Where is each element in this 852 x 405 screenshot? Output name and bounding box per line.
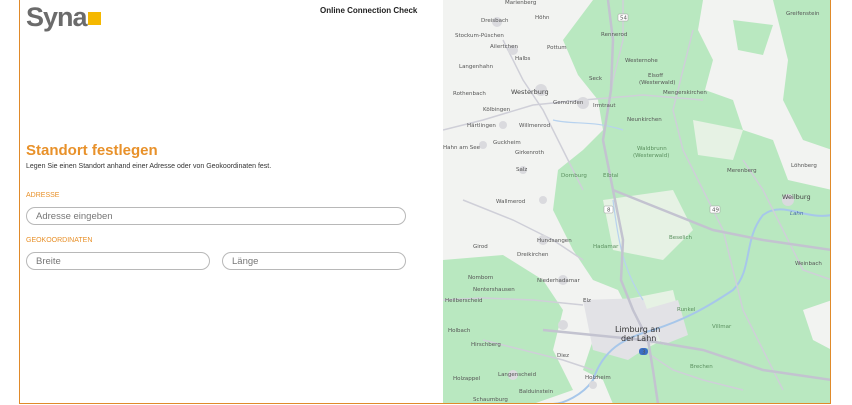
map-label: Höhn xyxy=(535,15,550,21)
map-label: Elbtal xyxy=(603,173,619,179)
map-label: Marienberg xyxy=(505,0,536,6)
map-label: Halbs xyxy=(515,56,531,62)
map-label: Langenscheid xyxy=(498,372,536,378)
map-label: Rennerod xyxy=(601,32,627,38)
logo-text: Syna xyxy=(26,2,88,32)
map-label: Brechen xyxy=(690,364,713,370)
map-label: Nentershausen xyxy=(473,287,515,293)
map-label: Dreikirchen xyxy=(517,252,549,258)
page-description: Legen Sie einen Standort anhand einer Ad… xyxy=(26,163,272,170)
map-label: Dreisbach xyxy=(481,18,509,24)
map-label: Mengerskirchen xyxy=(663,90,707,96)
map-label: Neunkirchen xyxy=(627,117,662,123)
map-label: Beselich xyxy=(669,235,692,241)
map-label: Willmenrod xyxy=(519,123,550,129)
map-canvas[interactable]: Marienberg Dreisbach Höhn Rennerod Greif… xyxy=(443,0,831,404)
map-label: Härtlingen xyxy=(467,123,496,129)
app-frame: Syna Online Connection Check Standort fe… xyxy=(19,0,831,404)
map-label: Greifenstein xyxy=(786,11,820,17)
map-label: Weinbach xyxy=(795,261,822,267)
map-label: Salz xyxy=(516,167,527,173)
map-label: Westernohe xyxy=(625,58,658,64)
svg-text:49: 49 xyxy=(712,208,719,214)
map-label: Hadamar xyxy=(593,244,619,250)
map-label: Lahn xyxy=(790,211,804,217)
address-input[interactable] xyxy=(26,207,406,225)
map-label: Hahn am See xyxy=(443,145,481,151)
map-label: Dornburg xyxy=(561,173,587,179)
location-panel: Syna Online Connection Check Standort fe… xyxy=(20,0,443,403)
address-label: ADRESSE xyxy=(26,192,60,199)
map-label: Elz xyxy=(583,298,591,304)
app-title: Online Connection Check xyxy=(320,6,418,15)
map-label: (Westerwald) xyxy=(639,80,675,86)
map-label: Hundsangen xyxy=(537,238,572,244)
map-label: Löhnberg xyxy=(791,163,817,169)
map-label: Limburg an xyxy=(615,325,660,334)
syna-logo: Syna xyxy=(26,2,101,32)
road-shield-b8: 8 xyxy=(603,205,614,214)
map-label: Seck xyxy=(589,76,603,82)
map-label: (Westerwald) xyxy=(633,153,669,159)
map-label: Girod xyxy=(473,244,488,250)
map-label: Holzappel xyxy=(453,376,481,382)
map-label: Niederhadamar xyxy=(537,278,581,284)
map-label: der Lahn xyxy=(621,334,656,343)
road-shield-b54: 54 xyxy=(617,13,629,22)
map-label: Hirschberg xyxy=(471,342,501,348)
map-label: Guckheim xyxy=(493,140,521,146)
svg-text:3: 3 xyxy=(642,350,646,356)
map-label: Irmtraut xyxy=(593,103,616,109)
map-label: Holzheim xyxy=(585,375,611,381)
map-label: Ailertchen xyxy=(490,44,519,50)
map-label: Merenberg xyxy=(727,168,757,174)
road-shield-a3: 3 xyxy=(639,348,648,356)
road-shield-b49: 49 xyxy=(709,205,721,214)
map-view[interactable]: Marienberg Dreisbach Höhn Rennerod Greif… xyxy=(443,0,831,404)
svg-text:8: 8 xyxy=(607,208,611,214)
map-label: Weilburg xyxy=(782,193,811,201)
map-label: Schaumburg xyxy=(473,397,508,403)
map-label: Wallmerod xyxy=(496,199,525,205)
map-label: Elsoff xyxy=(648,73,663,79)
map-label: Langenhahn xyxy=(459,64,494,70)
map-label: Runkel xyxy=(677,307,696,313)
latitude-input[interactable] xyxy=(26,252,210,270)
map-label: Westerburg xyxy=(511,88,549,96)
map-label: Balduinstein xyxy=(519,389,554,395)
svg-text:54: 54 xyxy=(620,16,627,22)
map-label: Pottum xyxy=(547,45,567,51)
map-label: Nomborn xyxy=(468,275,494,281)
longitude-input[interactable] xyxy=(222,252,406,270)
map-label: Diez xyxy=(557,353,569,359)
map-label: Kölbingen xyxy=(483,107,511,113)
map-label: Heilberscheid xyxy=(445,298,483,304)
logo-square-icon xyxy=(87,12,101,25)
page-title: Standort festlegen xyxy=(26,142,158,159)
map-label: Waldbrunn xyxy=(637,146,667,152)
map-label: Villmar xyxy=(712,324,732,330)
map-label: Holbach xyxy=(448,328,471,334)
map-label: Stockum-Püschen xyxy=(455,33,504,39)
map-label: Gemünden xyxy=(553,100,584,106)
geocoordinates-label: GEOKOORDINATEN xyxy=(26,237,93,244)
map-label: Girkenroth xyxy=(515,150,545,156)
map-label: Rothenbach xyxy=(453,91,486,97)
